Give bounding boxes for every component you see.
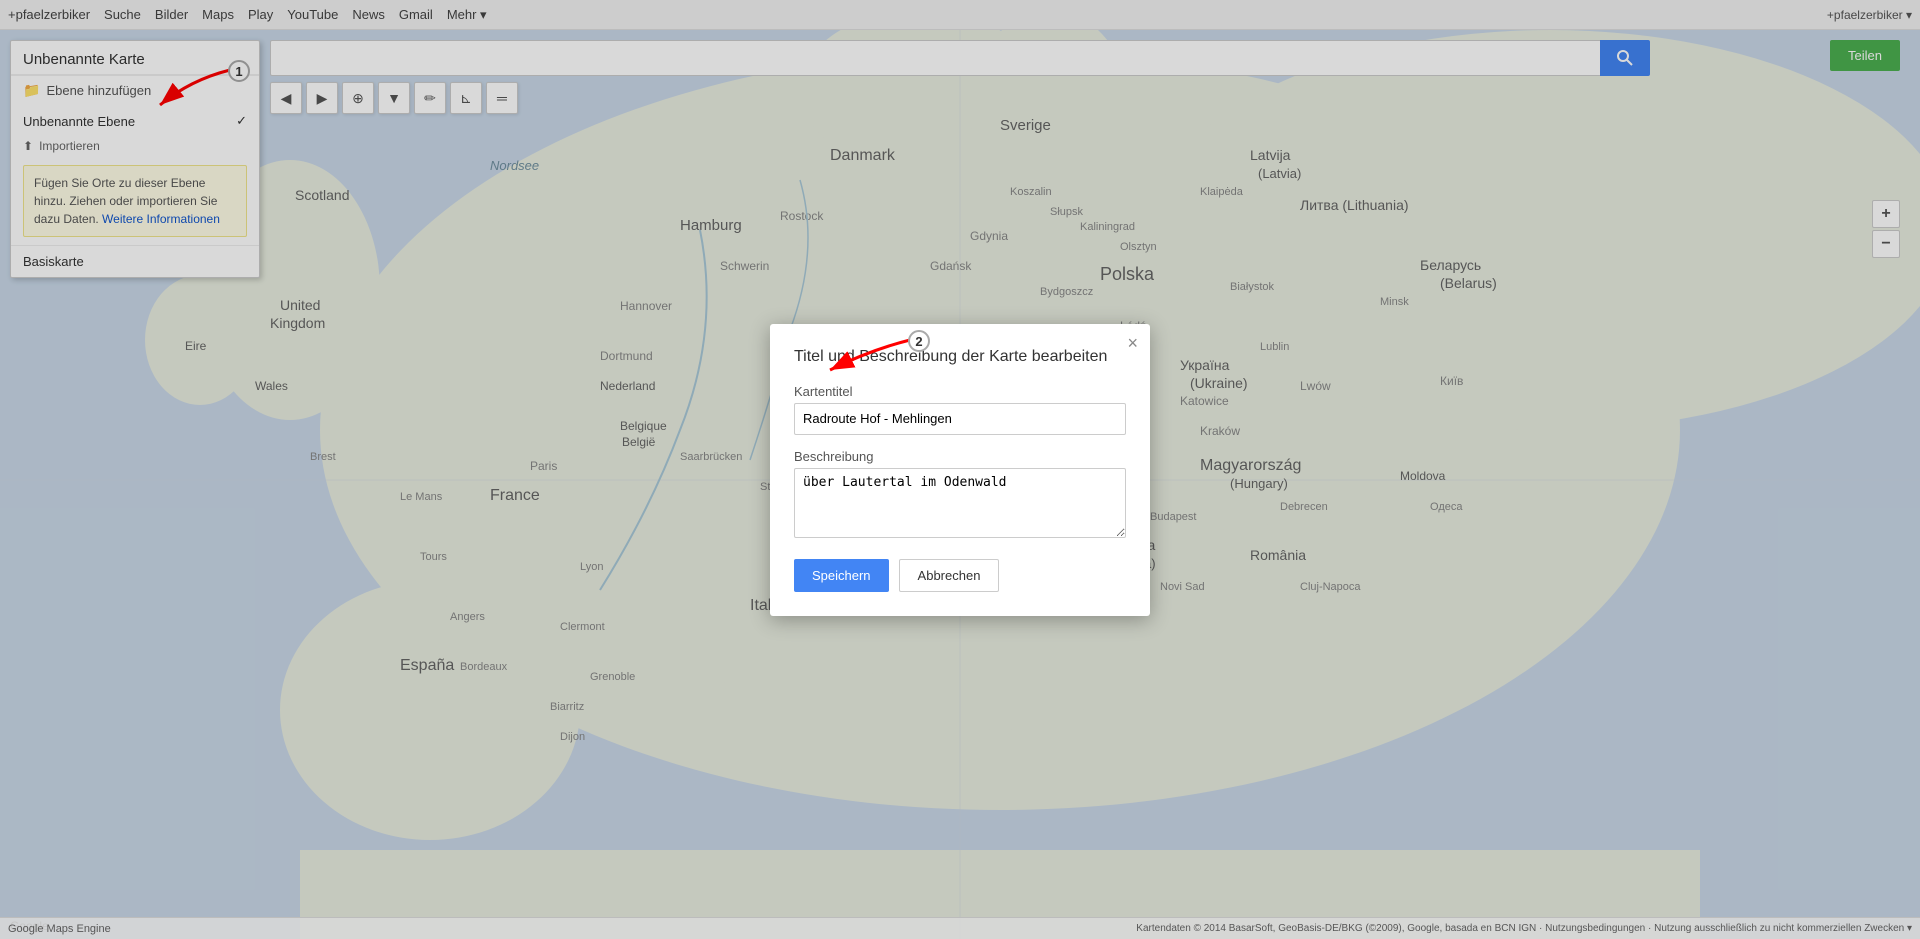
cancel-button[interactable]: Abbrechen [899, 559, 1000, 592]
dialog-overlay: × Titel und Beschreibung der Karte bearb… [0, 0, 1920, 939]
save-button[interactable]: Speichern [794, 559, 889, 592]
map-title-label: Kartentitel [794, 384, 1126, 399]
dialog-title: Titel und Beschreibung der Karte bearbei… [794, 348, 1126, 366]
dialog: × Titel und Beschreibung der Karte bearb… [770, 324, 1150, 616]
description-label: Beschreibung [794, 449, 1126, 464]
map-title-input[interactable] [794, 403, 1126, 435]
description-textarea[interactable]: über Lautertal im Odenwald [794, 468, 1126, 538]
dialog-buttons: Speichern Abbrechen [794, 559, 1126, 592]
dialog-close-button[interactable]: × [1127, 334, 1138, 352]
